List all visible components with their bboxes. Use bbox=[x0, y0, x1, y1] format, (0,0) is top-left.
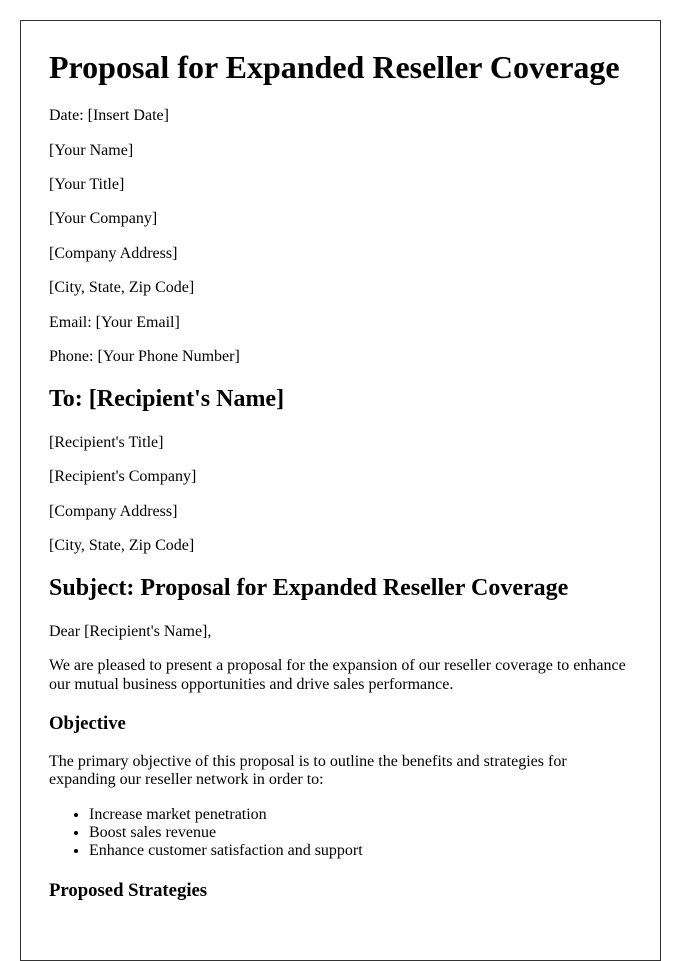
recipient-city-state-zip: [City, State, Zip Code] bbox=[49, 536, 195, 554]
sender-phone: Phone: [Your Phone Number] bbox=[49, 347, 240, 365]
document-title: Proposal for Expanded Reseller Coverage bbox=[49, 49, 620, 85]
section-heading-proposed-strategies: Proposed Strategies bbox=[49, 879, 208, 901]
sender-name: [Your Name] bbox=[49, 141, 134, 159]
sender-block: Date: [Insert Date] [Your Name] [Your Ti… bbox=[49, 107, 632, 366]
sender-email: Email: [Your Email] bbox=[49, 313, 180, 331]
recipient-company: [Recipient's Company] bbox=[49, 468, 197, 486]
salutation: Dear [Recipient's Name], bbox=[49, 622, 212, 640]
recipient-heading: To: [Recipient's Name] bbox=[49, 386, 285, 413]
recipient-block: [Recipient's Title] [Recipient's Company… bbox=[49, 434, 632, 556]
objective-paragraph: The primary objective of this proposal i… bbox=[49, 752, 567, 789]
sender-title: [Your Title] bbox=[49, 176, 125, 194]
objective-list: Increase market penetration Boost sales … bbox=[49, 806, 632, 861]
recipient-address: [Company Address] bbox=[49, 502, 178, 520]
list-item: Increase market penetration bbox=[89, 806, 632, 824]
sender-city-state-zip: [City, State, Zip Code] bbox=[49, 279, 195, 297]
list-item: Boost sales revenue bbox=[89, 824, 632, 842]
recipient-title: [Recipient's Title] bbox=[49, 433, 164, 451]
sender-company: [Your Company] bbox=[49, 210, 158, 228]
list-item: Enhance customer satisfaction and suppor… bbox=[89, 842, 632, 860]
sender-address: [Company Address] bbox=[49, 244, 178, 262]
intro-paragraph: We are pleased to present a proposal for… bbox=[49, 657, 626, 693]
section-heading-objective: Objective bbox=[49, 712, 126, 734]
subject-heading: Subject: Proposal for Expanded Reseller … bbox=[49, 575, 569, 602]
letter-document: Proposal for Expanded Reseller Coverage … bbox=[20, 20, 661, 961]
date-line: Date: [Insert Date] bbox=[49, 107, 169, 125]
